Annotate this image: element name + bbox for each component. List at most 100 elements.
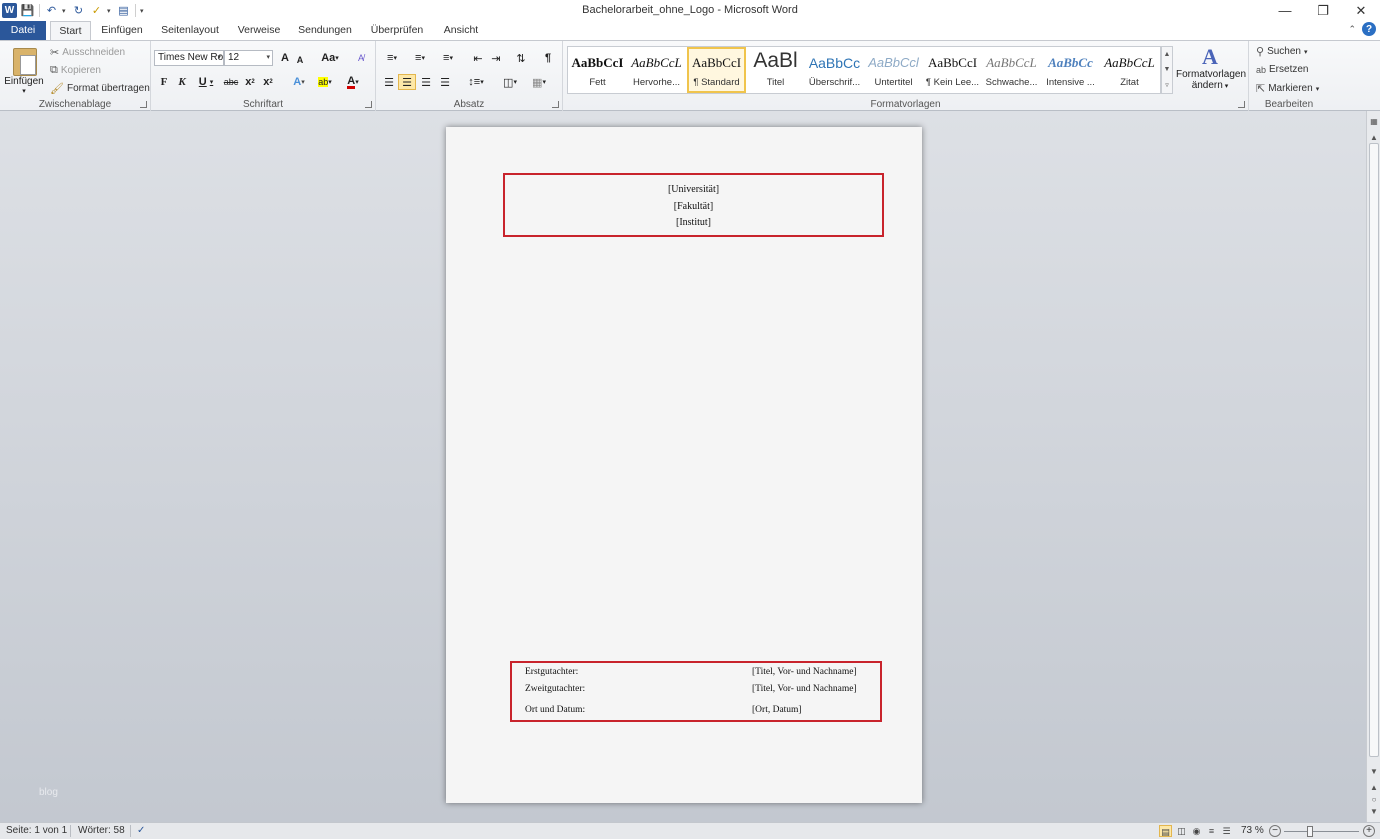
change-case-button[interactable]: Aa ▾: [319, 50, 341, 66]
clipboard-launcher-icon[interactable]: [140, 101, 147, 108]
borders-button[interactable]: ▦ ▾: [527, 74, 551, 90]
decrease-indent-button[interactable]: ⇤: [470, 50, 486, 66]
grow-font-button[interactable]: A: [278, 50, 292, 66]
shading-button[interactable]: ◫ ▾: [498, 74, 522, 90]
subscript-button[interactable]: x2: [243, 74, 257, 90]
italic-button[interactable]: K: [175, 74, 189, 90]
ruler-toggle-icon[interactable]: ▦: [1368, 117, 1380, 126]
copy-button[interactable]: ⧉ Kopieren: [50, 64, 101, 77]
style-zitat[interactable]: AaBbCcL Zitat: [1100, 47, 1159, 93]
zoom-slider-track[interactable]: [1284, 831, 1359, 832]
align-left-button[interactable]: ☰: [381, 74, 397, 90]
increase-indent-button[interactable]: ⇥: [488, 50, 504, 66]
font-color-button[interactable]: A ▾: [341, 74, 365, 90]
gallery-more-icon[interactable]: ▿: [1165, 81, 1169, 89]
zoom-level[interactable]: 73 %: [1241, 825, 1264, 836]
tab-ueberpruefen[interactable]: Überprüfen: [366, 21, 428, 40]
document-area[interactable]: [Universität] [Fakultät] [Institut] Erst…: [0, 111, 1366, 822]
font-size-combo[interactable]: 12 ▾: [224, 50, 273, 66]
reviewer2-value[interactable]: [Titel, Vor- und Nachname]: [752, 684, 857, 694]
text-effects-button[interactable]: A ▾: [289, 74, 309, 90]
proofing-icon[interactable]: ✓: [137, 825, 145, 836]
tab-einfuegen[interactable]: Einfügen: [96, 21, 148, 40]
highlight-button[interactable]: ab ▾: [313, 74, 337, 90]
style-kein-leerraum[interactable]: AaBbCcI ¶ Kein Lee...: [923, 47, 982, 93]
scroll-up-icon[interactable]: ▲: [1368, 133, 1380, 142]
gallery-up-icon[interactable]: ▲: [1164, 51, 1171, 58]
underline-button[interactable]: U ▾: [195, 74, 217, 90]
gallery-down-icon[interactable]: ▼: [1164, 66, 1171, 73]
multilevel-list-button[interactable]: ≡ ▾: [437, 50, 459, 66]
style-hervorhebung[interactable]: AaBbCcL Hervorhe...: [627, 47, 686, 93]
scroll-down-icon[interactable]: ▼: [1368, 767, 1380, 776]
style-ueberschrift[interactable]: AaBbCc Überschrif...: [805, 47, 864, 93]
style-fett[interactable]: AaBbCcI Fett: [568, 47, 627, 93]
close-icon[interactable]: ✕: [1342, 0, 1380, 21]
style-titel[interactable]: AaBl Titel: [746, 47, 805, 93]
reviewer1-label[interactable]: Erstgutachter:: [525, 667, 578, 677]
find-button[interactable]: ⚲ Suchen ▾: [1256, 45, 1308, 58]
tab-ansicht[interactable]: Ansicht: [437, 21, 485, 40]
select-button[interactable]: ⇱ Markieren ▾: [1256, 82, 1319, 95]
scrollbar-thumb[interactable]: [1369, 143, 1379, 757]
place-date-value[interactable]: [Ort, Datum]: [752, 705, 802, 715]
document-page[interactable]: [Universität] [Fakultät] [Institut] Erst…: [446, 127, 922, 803]
clear-format-button[interactable]: A̸: [353, 50, 369, 66]
university-placeholder[interactable]: [Universität]: [505, 182, 882, 199]
minimize-icon[interactable]: —: [1266, 0, 1304, 21]
browse-object-icon[interactable]: ○: [1368, 795, 1380, 804]
full-screen-reading-icon[interactable]: ◫: [1175, 825, 1188, 837]
reviewer2-label[interactable]: Zweitgutachter:: [525, 684, 585, 694]
show-formatting-button[interactable]: ¶: [541, 50, 555, 66]
help-icon[interactable]: ?: [1362, 22, 1376, 36]
replace-button[interactable]: ab Ersetzen: [1256, 64, 1308, 75]
tab-seitenlayout[interactable]: Seitenlayout: [158, 21, 222, 40]
vertical-scrollbar[interactable]: ▦ ▲ ▼ ▲ ○ ▼: [1366, 111, 1380, 822]
change-styles-button[interactable]: A Formatvorlagen ändern ▾: [1176, 45, 1246, 99]
tab-datei[interactable]: Datei: [0, 21, 46, 40]
place-date-label[interactable]: Ort und Datum:: [525, 705, 585, 715]
paragraph-launcher-icon[interactable]: [552, 101, 559, 108]
sort-button[interactable]: ⇅: [513, 50, 529, 66]
style-intensive-hervorhebung[interactable]: AaBbCc Intensive ...: [1041, 47, 1100, 93]
bold-button[interactable]: F: [157, 74, 171, 90]
font-name-combo[interactable]: Times New Ro ▾: [154, 50, 224, 66]
zoom-out-icon[interactable]: −: [1269, 825, 1281, 837]
collapse-ribbon-icon[interactable]: ⌃: [1348, 24, 1356, 35]
paste-button[interactable]: Einfügen ▾: [2, 43, 46, 99]
format-painter-button[interactable]: 🖌 Format übertragen: [50, 82, 150, 95]
cut-button[interactable]: ✂ Ausschneiden: [50, 46, 125, 59]
numbering-button[interactable]: ≡ ▾: [409, 50, 431, 66]
shrink-font-button[interactable]: A: [294, 52, 306, 68]
align-center-button[interactable]: ☰: [398, 74, 416, 90]
print-layout-icon[interactable]: ▤: [1159, 825, 1172, 837]
bullets-button[interactable]: ≡ ▾: [381, 50, 403, 66]
style-standard[interactable]: AaBbCcI ¶ Standard: [687, 47, 746, 93]
web-layout-icon[interactable]: ◉: [1190, 825, 1203, 837]
page-count[interactable]: Seite: 1 von 1: [6, 825, 67, 836]
word-count[interactable]: Wörter: 58: [78, 825, 125, 836]
zoom-slider-thumb[interactable]: [1307, 826, 1313, 837]
zoom-in-icon[interactable]: +: [1363, 825, 1375, 837]
style-untertitel[interactable]: AaBbCcl Untertitel: [864, 47, 923, 93]
reviewer1-value[interactable]: [Titel, Vor- und Nachname]: [752, 667, 857, 677]
superscript-button[interactable]: x2: [261, 74, 275, 90]
restore-icon[interactable]: ❐: [1304, 0, 1342, 21]
tab-start[interactable]: Start: [50, 21, 91, 41]
style-name: ¶ Standard: [693, 77, 740, 88]
draft-icon[interactable]: ☰: [1220, 825, 1233, 837]
tab-verweise[interactable]: Verweise: [233, 21, 285, 40]
strikethrough-button[interactable]: abc: [223, 74, 239, 90]
styles-launcher-icon[interactable]: [1238, 101, 1245, 108]
line-spacing-button[interactable]: ↕≡ ▾: [465, 74, 487, 90]
font-launcher-icon[interactable]: [365, 101, 372, 108]
previous-page-icon[interactable]: ▲: [1368, 783, 1380, 792]
institute-placeholder[interactable]: [Institut]: [505, 215, 882, 232]
faculty-placeholder[interactable]: [Fakultät]: [505, 199, 882, 216]
tab-sendungen[interactable]: Sendungen: [294, 21, 356, 40]
align-right-button[interactable]: ☰: [418, 74, 434, 90]
next-page-icon[interactable]: ▼: [1368, 807, 1380, 816]
outline-icon[interactable]: ≡: [1205, 825, 1218, 837]
justify-button[interactable]: ☰: [437, 74, 453, 90]
style-schwache-hervorhebung[interactable]: AaBbCcL Schwache...: [982, 47, 1041, 93]
